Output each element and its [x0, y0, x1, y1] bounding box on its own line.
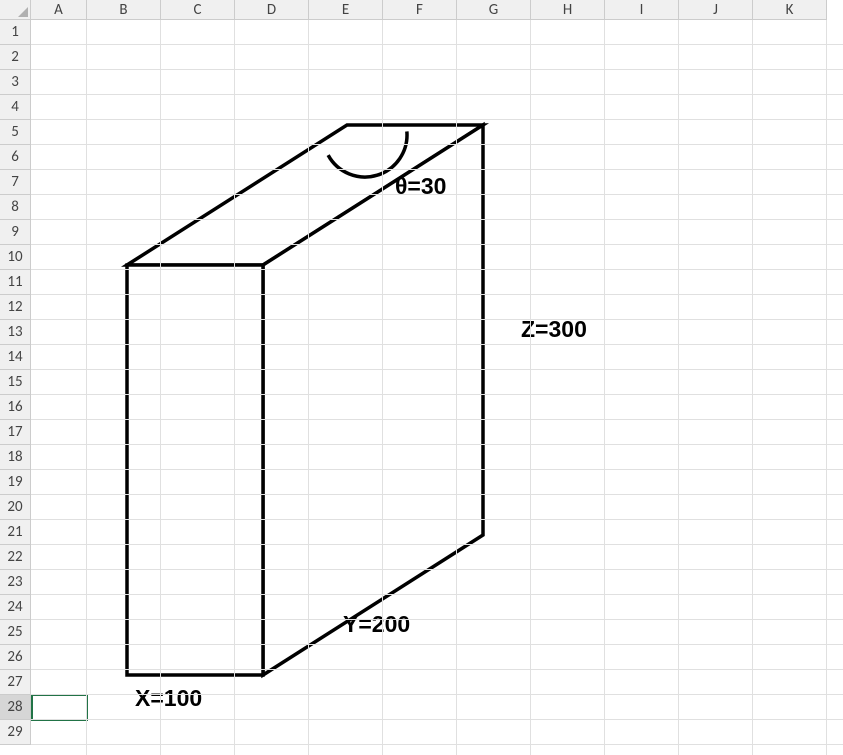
row-header-15[interactable]: 15	[0, 370, 31, 395]
gridline-horizontal	[31, 544, 843, 545]
row-header-11[interactable]: 11	[0, 270, 31, 295]
gridline-horizontal	[31, 219, 843, 220]
gridline-horizontal	[31, 744, 843, 745]
active-cell-indicator	[31, 694, 88, 721]
label-theta: θ=30	[395, 173, 446, 200]
gridline-horizontal	[31, 494, 843, 495]
row-header-29[interactable]: 29	[0, 720, 31, 745]
row-header-23[interactable]: 23	[0, 570, 31, 595]
row-header-9[interactable]: 9	[0, 220, 31, 245]
gridline-horizontal	[31, 94, 843, 95]
gridline-horizontal	[31, 169, 843, 170]
row-header-22[interactable]: 22	[0, 545, 31, 570]
column-header-D[interactable]: D	[235, 0, 309, 20]
column-header-G[interactable]: G	[457, 0, 531, 20]
row-header-1[interactable]: 1	[0, 20, 31, 45]
row-header-20[interactable]: 20	[0, 495, 31, 520]
label-x: X=100	[135, 685, 202, 712]
row-header-18[interactable]: 18	[0, 445, 31, 470]
column-header-B[interactable]: B	[87, 0, 161, 20]
row-header-26[interactable]: 26	[0, 645, 31, 670]
column-header-K[interactable]: K	[753, 0, 827, 20]
gridline-horizontal	[31, 469, 843, 470]
row-header-28[interactable]: 28	[0, 695, 31, 720]
gridline-horizontal	[31, 144, 843, 145]
gridline-horizontal	[31, 344, 843, 345]
row-header-24[interactable]: 24	[0, 595, 31, 620]
column-header-H[interactable]: H	[531, 0, 605, 20]
row-header-4[interactable]: 4	[0, 95, 31, 120]
gridline-horizontal	[31, 569, 843, 570]
select-all-corner[interactable]	[0, 0, 31, 20]
row-header-16[interactable]: 16	[0, 395, 31, 420]
label-y: Y=200	[343, 611, 410, 638]
row-header-27[interactable]: 27	[0, 670, 31, 695]
spreadsheet-sheet[interactable]: ABCDEFGHIJK 1234567891011121314151617181…	[0, 0, 843, 755]
row-header-5[interactable]: 5	[0, 120, 31, 145]
gridline-horizontal	[31, 519, 843, 520]
gridline-horizontal	[31, 694, 843, 695]
gridline-horizontal	[31, 369, 843, 370]
row-header-17[interactable]: 17	[0, 420, 31, 445]
column-header-C[interactable]: C	[161, 0, 235, 20]
column-header-J[interactable]: J	[679, 0, 753, 20]
gridline-horizontal	[31, 269, 843, 270]
column-header-I[interactable]: I	[605, 0, 679, 20]
gridline-horizontal	[31, 444, 843, 445]
row-headers-column: 1234567891011121314151617181920212223242…	[0, 20, 31, 745]
row-header-2[interactable]: 2	[0, 45, 31, 70]
gridline-horizontal	[31, 69, 843, 70]
gridline-horizontal	[31, 594, 843, 595]
gridline-horizontal	[31, 644, 843, 645]
gridline-horizontal	[31, 419, 843, 420]
row-header-10[interactable]: 10	[0, 245, 31, 270]
column-header-E[interactable]: E	[309, 0, 383, 20]
gridline-horizontal	[31, 619, 843, 620]
row-header-19[interactable]: 19	[0, 470, 31, 495]
column-headers-row: ABCDEFGHIJK	[0, 0, 827, 20]
gridline-horizontal	[31, 319, 843, 320]
select-all-triangle-icon	[18, 7, 28, 17]
gridline-horizontal	[31, 194, 843, 195]
row-header-6[interactable]: 6	[0, 145, 31, 170]
gridline-horizontal	[31, 244, 843, 245]
row-header-8[interactable]: 8	[0, 195, 31, 220]
row-header-21[interactable]: 21	[0, 520, 31, 545]
row-header-13[interactable]: 13	[0, 320, 31, 345]
gridline-horizontal	[31, 719, 843, 720]
row-header-12[interactable]: 12	[0, 295, 31, 320]
gridline-horizontal	[31, 669, 843, 670]
row-header-25[interactable]: 25	[0, 620, 31, 645]
row-header-3[interactable]: 3	[0, 70, 31, 95]
column-header-A[interactable]: A	[31, 0, 87, 20]
column-header-F[interactable]: F	[383, 0, 457, 20]
gridline-horizontal	[31, 294, 843, 295]
gridline-horizontal	[31, 44, 843, 45]
row-header-7[interactable]: 7	[0, 170, 31, 195]
gridline-horizontal	[31, 394, 843, 395]
row-header-14[interactable]: 14	[0, 345, 31, 370]
gridline-horizontal	[31, 119, 843, 120]
cell-grid[interactable]: θ=30 Z=300 Y=200 X=100	[31, 20, 843, 755]
